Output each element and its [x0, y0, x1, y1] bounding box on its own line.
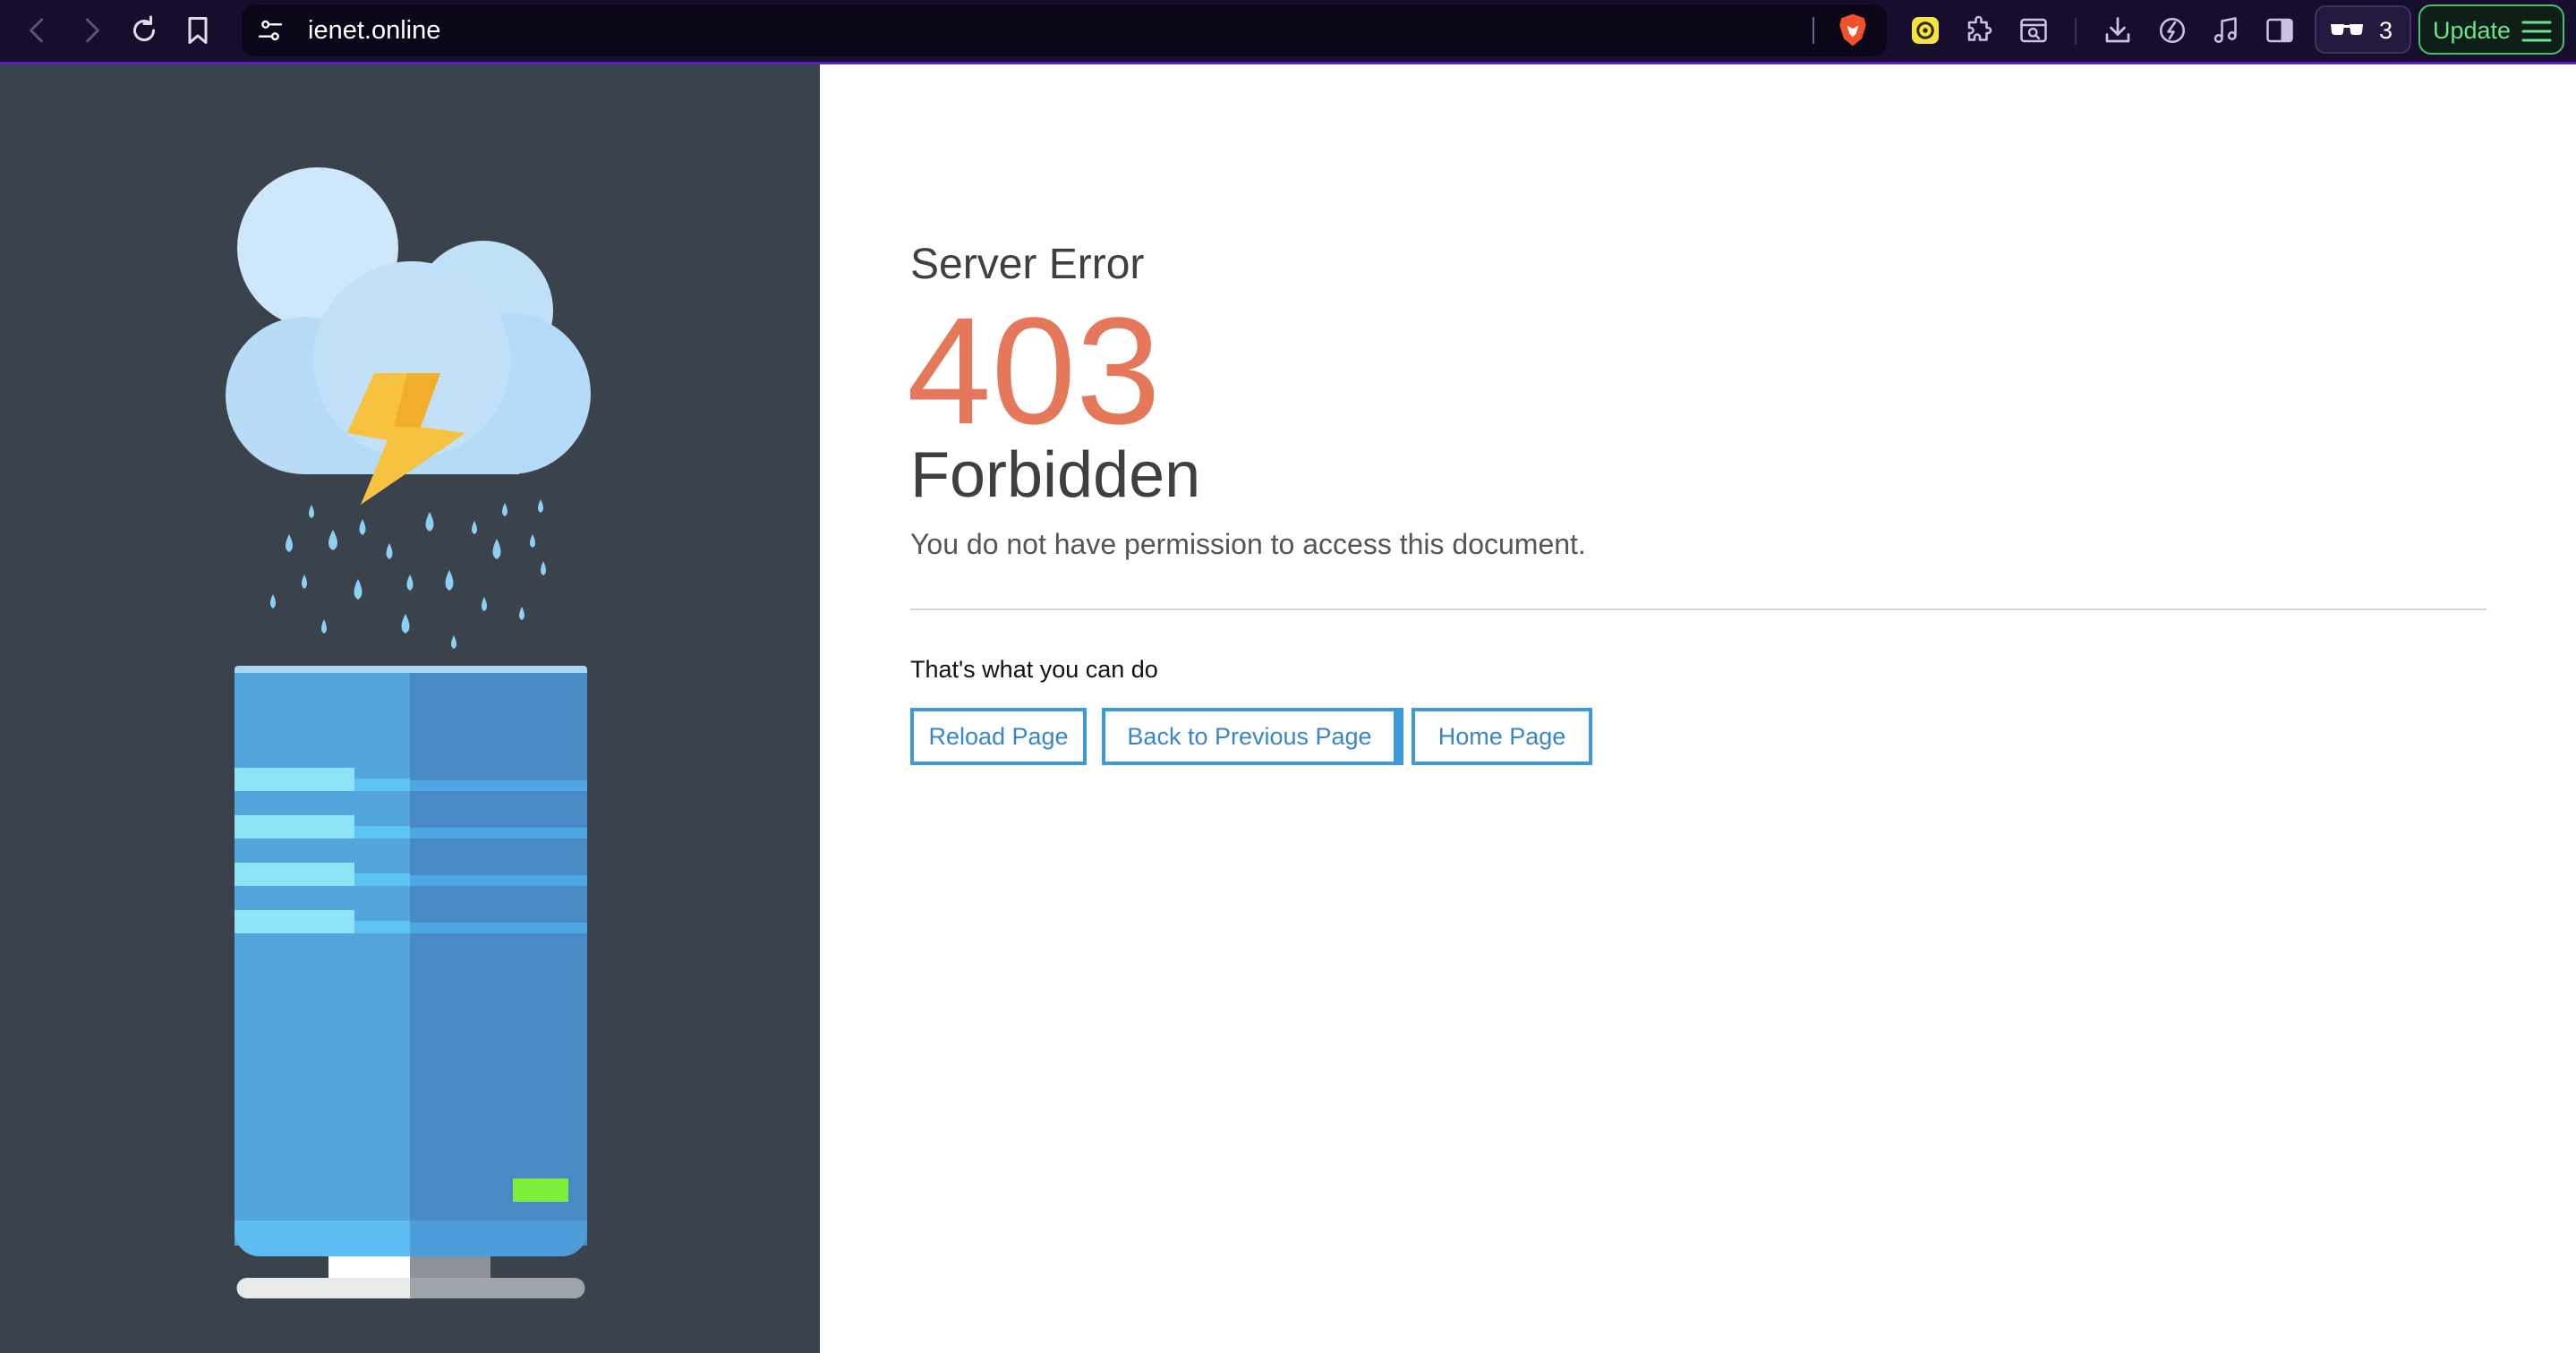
status-light — [513, 1179, 568, 1202]
error-title: Forbidden — [910, 439, 1201, 511]
update-button[interactable]: Update — [2418, 4, 2564, 55]
sidebar-toggle-icon[interactable] — [2260, 11, 2299, 50]
divider — [910, 608, 2486, 610]
reload-icon[interactable] — [124, 11, 164, 50]
download-icon[interactable] — [2098, 11, 2137, 50]
rain-drops — [270, 499, 546, 649]
brave-shield-icon[interactable] — [1833, 11, 1872, 50]
reload-page-button[interactable]: Reload Page — [910, 708, 1087, 765]
url-text[interactable]: ienet.online — [308, 16, 440, 45]
search-page-icon[interactable] — [2014, 11, 2053, 50]
sidebar-count-value: 3 — [2379, 17, 2393, 44]
server-tower-icon — [235, 666, 587, 1298]
forward-icon[interactable] — [72, 11, 111, 50]
glasses-icon — [2331, 24, 2363, 35]
sidebar-count-badge[interactable]: 3 — [2315, 5, 2411, 54]
error-code: 403 — [907, 286, 1161, 456]
browser-toolbar: ienet.online 3 Update — [0, 0, 2576, 64]
error-subtitle: Server Error — [910, 241, 1145, 288]
puzzle-extension-icon[interactable] — [1960, 11, 2000, 50]
error-message: You do not have permission to access thi… — [910, 528, 1586, 560]
address-bar[interactable]: ienet.online — [242, 4, 1887, 56]
illustration-panel — [0, 64, 820, 1353]
back-icon[interactable] — [18, 11, 57, 50]
actions-label: That's what you can do — [910, 656, 1158, 683]
back-to-previous-page-button[interactable]: Back to Previous Page — [1102, 708, 1397, 765]
media-music-icon[interactable] — [2206, 11, 2246, 50]
spacer — [1396, 708, 1403, 765]
bookmark-icon[interactable] — [178, 11, 218, 50]
leo-ai-icon[interactable] — [2153, 11, 2192, 50]
toolbar-separator — [2075, 18, 2077, 45]
url-divider — [1813, 17, 1814, 44]
menu-icon — [2521, 21, 2552, 42]
update-label: Update — [2433, 17, 2512, 44]
site-info-icon[interactable] — [252, 13, 288, 48]
server-storm-illustration — [226, 167, 591, 1298]
wallet-extension-icon[interactable] — [1906, 11, 1945, 50]
home-page-button[interactable]: Home Page — [1412, 708, 1592, 765]
